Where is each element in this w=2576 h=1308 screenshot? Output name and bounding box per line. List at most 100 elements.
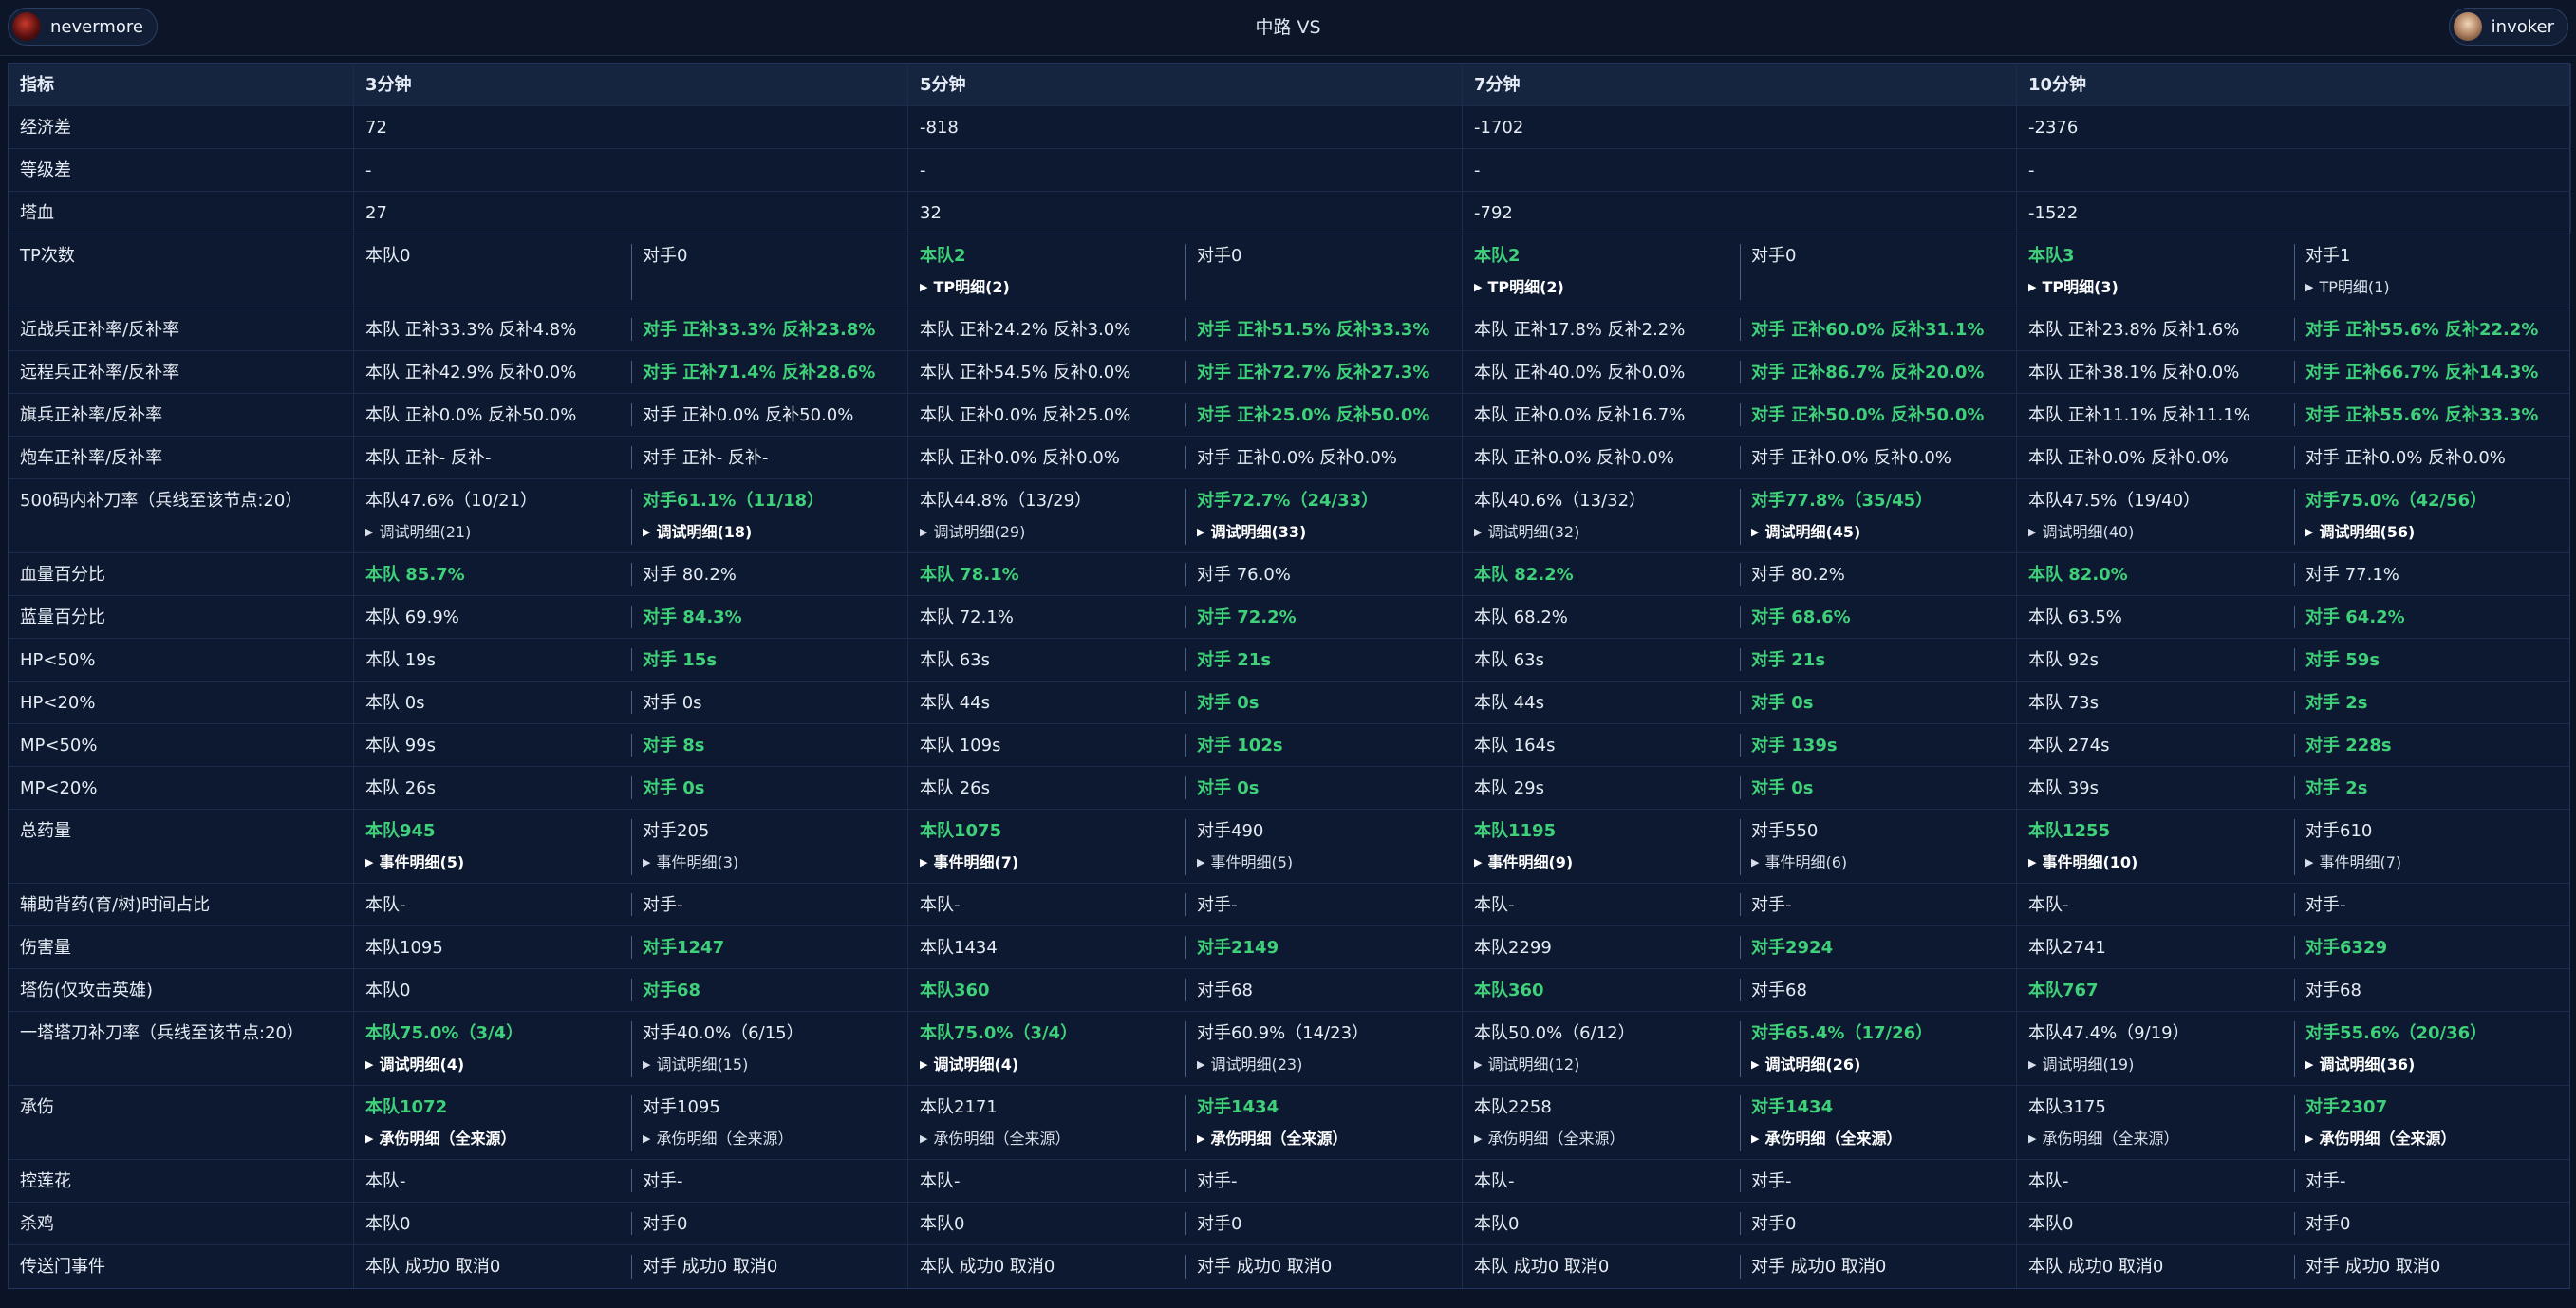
detail-toggle[interactable]: ▶ 承伤明细（全来源） — [1474, 1129, 1728, 1151]
cell-value: 本队360 — [920, 981, 990, 1000]
opponent-value-cell: 对手 59s — [2294, 639, 2571, 681]
caret-right-icon: ▶ — [1751, 1132, 1760, 1145]
detail-toggle[interactable]: ▶ 调试明细(18) — [643, 522, 896, 545]
cell-value: 本队 99s — [365, 736, 437, 756]
cell-value: 对手1434 — [1197, 1097, 1279, 1117]
opponent-value-cell: 对手0 — [2294, 1203, 2571, 1244]
table-row: 一塔塔刀补刀率（兵线至该节点:20） 本队75.0%（3/4） ▶ 调试明细(4) 对手… — [9, 1012, 2569, 1086]
opponent-value-cell: 对手1095 ▶ 承伤明细（全来源） — [631, 1086, 908, 1159]
detail-toggle[interactable]: ▶ 承伤明细（全来源） — [365, 1129, 620, 1151]
detail-toggle[interactable]: ▶ 调试明细(15) — [643, 1055, 896, 1077]
cell-value: 对手55.6%（20/36） — [2305, 1023, 2488, 1043]
opponent-value-cell: 对手 成功0 取消0 — [631, 1245, 908, 1288]
opponent-value-cell: 对手 21s — [1740, 639, 2017, 681]
cell-value: 本队 正补23.8% 反补1.6% — [2028, 320, 2240, 340]
detail-toggle[interactable]: ▶ 调试明细(56) — [2305, 522, 2560, 545]
detail-toggle[interactable]: ▶ 调试明细(29) — [920, 522, 1174, 545]
team-value-cell: 本队360 — [1463, 969, 1740, 1011]
cell-value: 本队47.6%（10/21） — [365, 491, 538, 511]
cell-value: 本队2 — [920, 246, 966, 266]
detail-label: 承伤明细（全来源） — [379, 1130, 516, 1148]
cell-value: 对手 0s — [1751, 693, 1814, 713]
detail-toggle[interactable]: ▶ 调试明细(45) — [1751, 522, 2005, 545]
player-right-name: invoker — [2491, 16, 2554, 37]
detail-label: 事件明细(5) — [1210, 853, 1294, 871]
detail-toggle[interactable]: ▶ 事件明细(6) — [1751, 852, 2005, 875]
opponent-value-cell: 对手 2s — [2294, 682, 2571, 723]
detail-toggle[interactable]: ▶ 调试明细(36) — [2305, 1055, 2560, 1077]
detail-label: TP明细(2) — [1487, 278, 1564, 296]
team-value-cell: 本队 92s — [2017, 639, 2294, 681]
opponent-value-cell: 对手- — [2294, 884, 2571, 925]
caret-right-icon: ▶ — [365, 526, 374, 538]
detail-label: 调试明细(32) — [1487, 523, 1580, 541]
detail-toggle[interactable]: ▶ 事件明细(10) — [2028, 852, 2283, 875]
cell-value: 本队75.0%（3/4） — [920, 1023, 1078, 1043]
cell-value: 对手 正补- 反补- — [643, 448, 769, 468]
detail-toggle[interactable]: ▶ TP明细(2) — [1474, 277, 1728, 300]
team-value-cell: 本队75.0%（3/4） ▶ 调试明细(4) — [908, 1012, 1185, 1085]
opponent-value-cell: 对手40.0%（6/15） ▶ 调试明细(15) — [631, 1012, 908, 1085]
detail-label: 事件明细(9) — [1487, 853, 1574, 871]
detail-toggle[interactable]: ▶ 承伤明细（全来源） — [643, 1129, 896, 1151]
detail-toggle[interactable]: ▶ 调试明细(21) — [365, 522, 620, 545]
cell-value: 本队0 — [365, 981, 411, 1000]
opponent-value-cell: 对手 正补25.0% 反补50.0% — [1185, 394, 1463, 436]
table-row: HP<50% 本队 19s 对手 15s 本队 63s 对手 21s 本队 63s 对手 2… — [9, 639, 2569, 682]
team-value-cell: 本队 82.0% — [2017, 553, 2294, 595]
cell-value: 对手 15s — [643, 650, 718, 670]
detail-label: 调试明细(45) — [1764, 523, 1861, 541]
cell-value: 对手2307 — [2305, 1097, 2388, 1117]
cell-value: 对手 正补55.6% 反补22.2% — [2305, 320, 2539, 340]
detail-toggle[interactable]: ▶ 调试明细(23) — [1197, 1055, 1450, 1077]
detail-toggle[interactable]: ▶ 事件明细(5) — [1197, 852, 1450, 875]
team-value-cell: 本队3175 ▶ 承伤明细（全来源） — [2017, 1086, 2294, 1159]
detail-toggle[interactable]: ▶ 调试明细(4) — [920, 1055, 1174, 1077]
team-value-cell: 本队50.0%（6/12） ▶ 调试明细(12) — [1463, 1012, 1740, 1085]
cell-value: 对手 68.6% — [1751, 607, 1851, 627]
detail-toggle[interactable]: ▶ 承伤明细（全来源） — [2028, 1129, 2283, 1151]
detail-toggle[interactable]: ▶ 事件明细(5) — [365, 852, 620, 875]
detail-toggle[interactable]: ▶ 承伤明细（全来源） — [1751, 1129, 2005, 1151]
cell-value: 本队 78.1% — [920, 565, 1019, 585]
team-value-cell: 本队0 — [908, 1203, 1185, 1244]
detail-toggle[interactable]: ▶ 调试明细(26) — [1751, 1055, 2005, 1077]
detail-toggle[interactable]: ▶ 调试明细(19) — [2028, 1055, 2283, 1077]
team-value-cell: 本队945 ▶ 事件明细(5) — [354, 810, 631, 883]
cell-value: 对手 21s — [1751, 650, 1826, 670]
detail-toggle[interactable]: ▶ 承伤明细（全来源） — [920, 1129, 1174, 1151]
value-cell: -818 — [908, 106, 1463, 148]
cell-value: 对手 正补0.0% 反补50.0% — [643, 405, 854, 425]
cell-value: 对手77.8%（35/45） — [1751, 491, 1933, 511]
row-label: 经济差 — [9, 106, 354, 148]
detail-toggle[interactable]: ▶ TP明细(1) — [2305, 277, 2560, 300]
team-value-cell: 本队 19s — [354, 639, 631, 681]
detail-toggle[interactable]: ▶ 事件明细(3) — [643, 852, 896, 875]
team-value-cell: 本队 成功0 取消0 — [1463, 1245, 1740, 1288]
caret-right-icon: ▶ — [1197, 1132, 1205, 1145]
detail-toggle[interactable]: ▶ 事件明细(9) — [1474, 852, 1728, 875]
table-row: MP<50% 本队 99s 对手 8s 本队 109s 对手 102s 本队 164s 对手… — [9, 724, 2569, 767]
detail-toggle[interactable]: ▶ TP明细(2) — [920, 277, 1174, 300]
cell-value: 本队945 — [365, 821, 436, 841]
column-header-time: 7分钟 — [1463, 64, 2017, 105]
detail-toggle[interactable]: ▶ 承伤明细（全来源） — [1197, 1129, 1450, 1151]
detail-toggle[interactable]: ▶ 事件明细(7) — [920, 852, 1174, 875]
team-value-cell: 本队 正补0.0% 反补50.0% — [354, 394, 631, 436]
opponent-value-cell: 对手 正补86.7% 反补20.0% — [1740, 351, 2017, 393]
caret-right-icon: ▶ — [1474, 1058, 1483, 1071]
detail-toggle[interactable]: ▶ 调试明细(4) — [365, 1055, 620, 1077]
detail-toggle[interactable]: ▶ 调试明细(32) — [1474, 522, 1728, 545]
row-label: 血量百分比 — [9, 553, 354, 595]
player-right-chip[interactable]: invoker — [2448, 8, 2568, 46]
detail-toggle[interactable]: ▶ 调试明细(33) — [1197, 522, 1450, 545]
detail-toggle[interactable]: ▶ TP明细(3) — [2028, 277, 2283, 300]
detail-toggle[interactable]: ▶ 调试明细(40) — [2028, 522, 2283, 545]
detail-toggle[interactable]: ▶ 调试明细(12) — [1474, 1055, 1728, 1077]
detail-toggle[interactable]: ▶ 事件明细(7) — [2305, 852, 2560, 875]
cell-value: 对手 0s — [643, 693, 702, 713]
value-cell: - — [1463, 149, 2017, 191]
team-value-cell: 本队2 ▶ TP明细(2) — [1463, 234, 1740, 308]
opponent-value-cell: 对手 84.3% — [631, 596, 908, 638]
detail-toggle[interactable]: ▶ 承伤明细（全来源） — [2305, 1129, 2560, 1151]
